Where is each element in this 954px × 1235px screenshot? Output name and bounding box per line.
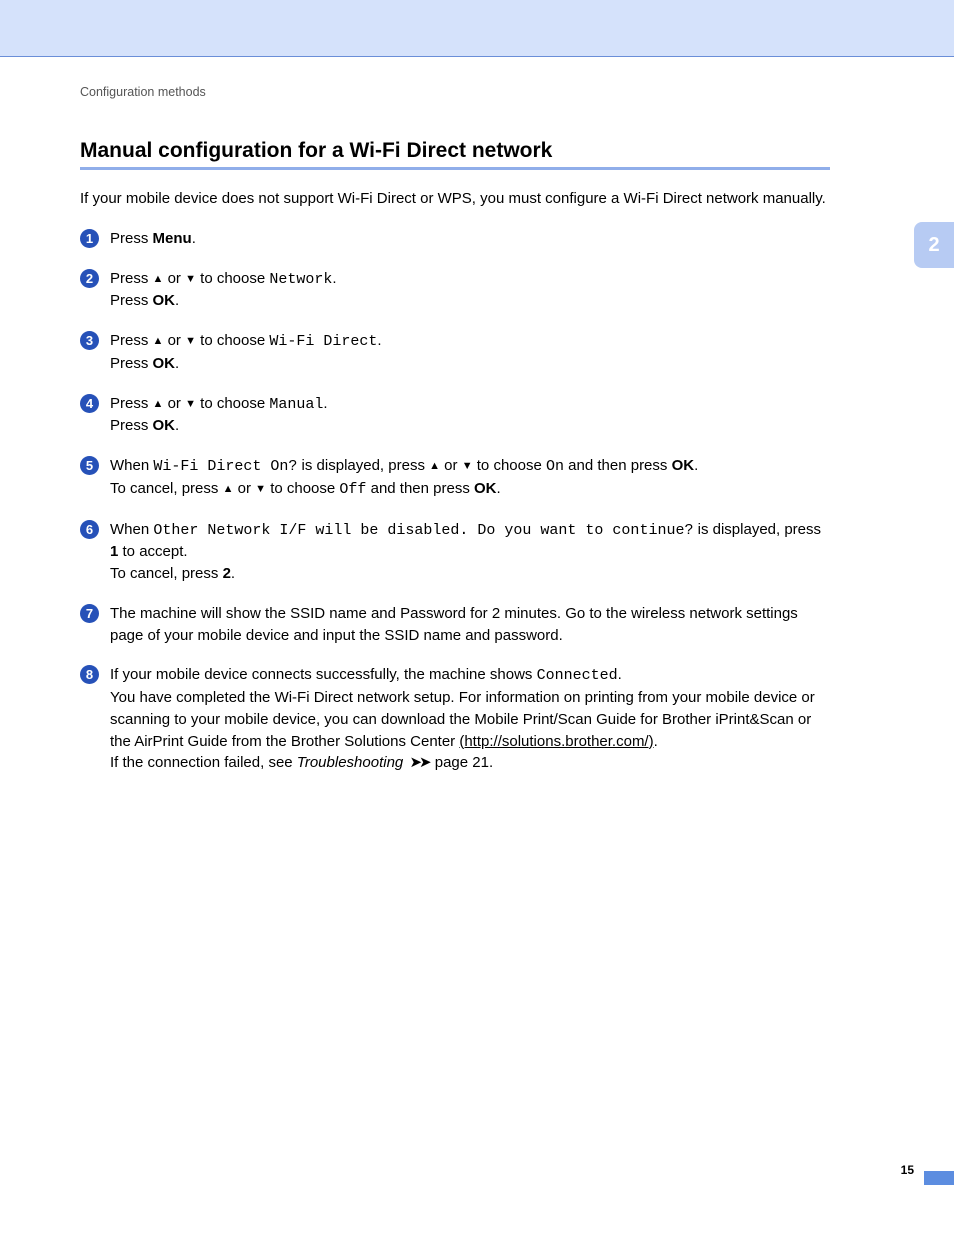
down-arrow-icon: ▼ xyxy=(462,460,473,472)
up-arrow-icon: ▲ xyxy=(153,273,164,285)
step-7: The machine will show the SSID name and … xyxy=(80,603,830,647)
steps-list: Press Menu. Press ▲ or ▼ to choose Netwo… xyxy=(80,228,830,774)
step-5: When Wi-Fi Direct On? is displayed, pres… xyxy=(80,455,830,501)
down-arrow-icon: ▼ xyxy=(185,273,196,285)
double-arrow-icon: ➤➤ xyxy=(409,754,428,771)
page-header-bar xyxy=(0,0,954,56)
step-2: Press ▲ or ▼ to choose Network. Press OK… xyxy=(80,268,830,313)
down-arrow-icon: ▼ xyxy=(255,483,266,495)
solutions-link[interactable]: (http://solutions.brother.com/) xyxy=(459,733,653,750)
step-8: If your mobile device connects successfu… xyxy=(80,664,830,774)
heading-rule xyxy=(80,167,830,170)
up-arrow-icon: ▲ xyxy=(223,483,234,495)
page-content: Configuration methods Manual configurati… xyxy=(0,57,870,774)
down-arrow-icon: ▼ xyxy=(185,398,196,410)
breadcrumb: Configuration methods xyxy=(80,85,830,99)
step-4: Press ▲ or ▼ to choose Manual. Press OK. xyxy=(80,393,830,438)
chapter-number: 2 xyxy=(928,234,939,257)
up-arrow-icon: ▲ xyxy=(153,335,164,347)
chapter-tab: 2 xyxy=(914,222,954,268)
intro-text: If your mobile device does not support W… xyxy=(80,188,830,210)
page-number: 15 xyxy=(901,1163,914,1177)
step-3: Press ▲ or ▼ to choose Wi-Fi Direct. Pre… xyxy=(80,330,830,375)
page-title: Manual configuration for a Wi-Fi Direct … xyxy=(80,139,830,163)
footer-accent-bar xyxy=(924,1171,954,1185)
down-arrow-icon: ▼ xyxy=(185,335,196,347)
up-arrow-icon: ▲ xyxy=(429,460,440,472)
up-arrow-icon: ▲ xyxy=(153,398,164,410)
step-6: When Other Network I/F will be disabled.… xyxy=(80,519,830,585)
step-1: Press Menu. xyxy=(80,228,830,250)
